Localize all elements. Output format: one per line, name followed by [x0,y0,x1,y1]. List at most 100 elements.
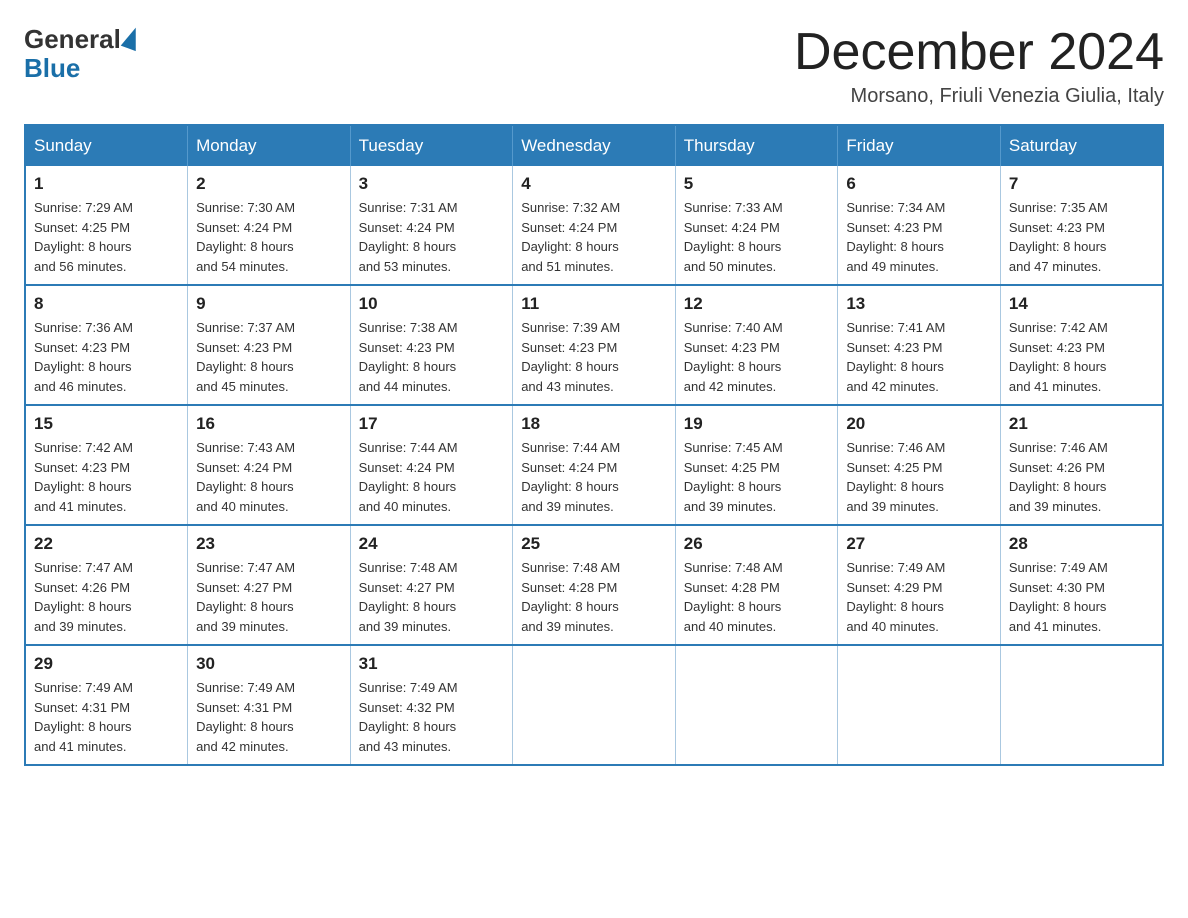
calendar-cell: 29 Sunrise: 7:49 AMSunset: 4:31 PMDayligh… [25,645,188,765]
day-number: 21 [1009,414,1154,434]
calendar-header-thursday: Thursday [675,125,838,166]
calendar-header-wednesday: Wednesday [513,125,676,166]
calendar-table: SundayMondayTuesdayWednesdayThursdayFrid… [24,124,1164,766]
calendar-cell: 13 Sunrise: 7:41 AMSunset: 4:23 PMDayligh… [838,285,1001,405]
day-info: Sunrise: 7:41 AMSunset: 4:23 PMDaylight:… [846,318,992,396]
logo-triangle-icon [121,24,144,50]
calendar-cell [675,645,838,765]
day-number: 27 [846,534,992,554]
calendar-cell: 17 Sunrise: 7:44 AMSunset: 4:24 PMDayligh… [350,405,513,525]
day-info: Sunrise: 7:44 AMSunset: 4:24 PMDaylight:… [359,438,505,516]
day-info: Sunrise: 7:46 AMSunset: 4:25 PMDaylight:… [846,438,992,516]
calendar-cell: 30 Sunrise: 7:49 AMSunset: 4:31 PMDayligh… [188,645,351,765]
calendar-cell: 9Sunrise: 7:37 AMSunset: 4:23 PMDaylight… [188,285,351,405]
calendar-cell: 21 Sunrise: 7:46 AMSunset: 4:26 PMDayligh… [1000,405,1163,525]
calendar-cell: 7 Sunrise: 7:35 AMSunset: 4:23 PMDaylight… [1000,166,1163,285]
day-info: Sunrise: 7:49 AMSunset: 4:32 PMDaylight:… [359,678,505,756]
day-number: 16 [196,414,342,434]
calendar-week-row: 8 Sunrise: 7:36 AMSunset: 4:23 PMDaylight… [25,285,1163,405]
day-number: 31 [359,654,505,674]
day-info: Sunrise: 7:32 AMSunset: 4:24 PMDaylight:… [521,198,667,276]
month-title: December 2024 [794,24,1164,81]
calendar-cell: 10Sunrise: 7:38 AMSunset: 4:23 PMDayligh… [350,285,513,405]
calendar-cell: 28 Sunrise: 7:49 AMSunset: 4:30 PMDayligh… [1000,525,1163,645]
day-info: Sunrise: 7:37 AMSunset: 4:23 PMDaylight:… [196,318,342,396]
day-number: 24 [359,534,505,554]
calendar-cell: 19 Sunrise: 7:45 AMSunset: 4:25 PMDayligh… [675,405,838,525]
day-number: 19 [684,414,830,434]
calendar-cell: 27Sunrise: 7:49 AMSunset: 4:29 PMDayligh… [838,525,1001,645]
calendar-cell: 5Sunrise: 7:33 AMSunset: 4:24 PMDaylight… [675,166,838,285]
day-number: 23 [196,534,342,554]
logo-blue-text: Blue [24,53,80,83]
day-info: Sunrise: 7:42 AMSunset: 4:23 PMDaylight:… [1009,318,1154,396]
day-info: Sunrise: 7:48 AMSunset: 4:28 PMDaylight:… [521,558,667,636]
calendar-header-row: SundayMondayTuesdayWednesdayThursdayFrid… [25,125,1163,166]
day-number: 14 [1009,294,1154,314]
calendar-cell [1000,645,1163,765]
calendar-header-monday: Monday [188,125,351,166]
logo-general-text: General [24,24,121,55]
calendar-cell [513,645,676,765]
day-info: Sunrise: 7:47 AMSunset: 4:26 PMDaylight:… [34,558,179,636]
calendar-cell: 11 Sunrise: 7:39 AMSunset: 4:23 PMDayligh… [513,285,676,405]
calendar-cell: 6 Sunrise: 7:34 AMSunset: 4:23 PMDaylight… [838,166,1001,285]
day-number: 28 [1009,534,1154,554]
calendar-cell: 20 Sunrise: 7:46 AMSunset: 4:25 PMDayligh… [838,405,1001,525]
calendar-week-row: 15Sunrise: 7:42 AMSunset: 4:23 PMDayligh… [25,405,1163,525]
day-number: 13 [846,294,992,314]
calendar-cell: 31 Sunrise: 7:49 AMSunset: 4:32 PMDayligh… [350,645,513,765]
calendar-cell: 14 Sunrise: 7:42 AMSunset: 4:23 PMDayligh… [1000,285,1163,405]
day-number: 25 [521,534,667,554]
calendar-week-row: 1Sunrise: 7:29 AMSunset: 4:25 PMDaylight… [25,166,1163,285]
day-info: Sunrise: 7:48 AMSunset: 4:28 PMDaylight:… [684,558,830,636]
day-info: Sunrise: 7:47 AMSunset: 4:27 PMDaylight:… [196,558,342,636]
logo: General Blue [24,24,140,84]
day-number: 11 [521,294,667,314]
day-number: 8 [34,294,179,314]
day-number: 6 [846,174,992,194]
day-number: 30 [196,654,342,674]
calendar-cell: 1Sunrise: 7:29 AMSunset: 4:25 PMDaylight… [25,166,188,285]
day-info: Sunrise: 7:49 AMSunset: 4:31 PMDaylight:… [34,678,179,756]
calendar-cell: 2 Sunrise: 7:30 AMSunset: 4:24 PMDaylight… [188,166,351,285]
calendar-cell [838,645,1001,765]
day-info: Sunrise: 7:42 AMSunset: 4:23 PMDaylight:… [34,438,179,516]
day-info: Sunrise: 7:34 AMSunset: 4:23 PMDaylight:… [846,198,992,276]
calendar-header-saturday: Saturday [1000,125,1163,166]
calendar-week-row: 29 Sunrise: 7:49 AMSunset: 4:31 PMDayligh… [25,645,1163,765]
day-info: Sunrise: 7:49 AMSunset: 4:31 PMDaylight:… [196,678,342,756]
calendar-cell: 22 Sunrise: 7:47 AMSunset: 4:26 PMDayligh… [25,525,188,645]
page-header: General Blue December 2024 Morsano, Friu… [24,24,1164,108]
day-number: 22 [34,534,179,554]
day-number: 2 [196,174,342,194]
day-number: 10 [359,294,505,314]
day-info: Sunrise: 7:43 AMSunset: 4:24 PMDaylight:… [196,438,342,516]
calendar-cell: 25 Sunrise: 7:48 AMSunset: 4:28 PMDayligh… [513,525,676,645]
day-info: Sunrise: 7:40 AMSunset: 4:23 PMDaylight:… [684,318,830,396]
day-info: Sunrise: 7:39 AMSunset: 4:23 PMDaylight:… [521,318,667,396]
calendar-cell: 15Sunrise: 7:42 AMSunset: 4:23 PMDayligh… [25,405,188,525]
day-number: 29 [34,654,179,674]
calendar-cell: 16 Sunrise: 7:43 AMSunset: 4:24 PMDayligh… [188,405,351,525]
calendar-header-tuesday: Tuesday [350,125,513,166]
calendar-cell: 8 Sunrise: 7:36 AMSunset: 4:23 PMDaylight… [25,285,188,405]
day-number: 12 [684,294,830,314]
calendar-header-sunday: Sunday [25,125,188,166]
day-info: Sunrise: 7:35 AMSunset: 4:23 PMDaylight:… [1009,198,1154,276]
day-number: 18 [521,414,667,434]
day-info: Sunrise: 7:36 AMSunset: 4:23 PMDaylight:… [34,318,179,396]
calendar-cell: 18Sunrise: 7:44 AMSunset: 4:24 PMDayligh… [513,405,676,525]
day-info: Sunrise: 7:49 AMSunset: 4:30 PMDaylight:… [1009,558,1154,636]
calendar-week-row: 22 Sunrise: 7:47 AMSunset: 4:26 PMDayligh… [25,525,1163,645]
day-number: 26 [684,534,830,554]
day-number: 7 [1009,174,1154,194]
calendar-cell: 26 Sunrise: 7:48 AMSunset: 4:28 PMDayligh… [675,525,838,645]
day-info: Sunrise: 7:30 AMSunset: 4:24 PMDaylight:… [196,198,342,276]
day-info: Sunrise: 7:46 AMSunset: 4:26 PMDaylight:… [1009,438,1154,516]
calendar-header-friday: Friday [838,125,1001,166]
day-number: 4 [521,174,667,194]
day-info: Sunrise: 7:45 AMSunset: 4:25 PMDaylight:… [684,438,830,516]
day-number: 20 [846,414,992,434]
day-number: 17 [359,414,505,434]
